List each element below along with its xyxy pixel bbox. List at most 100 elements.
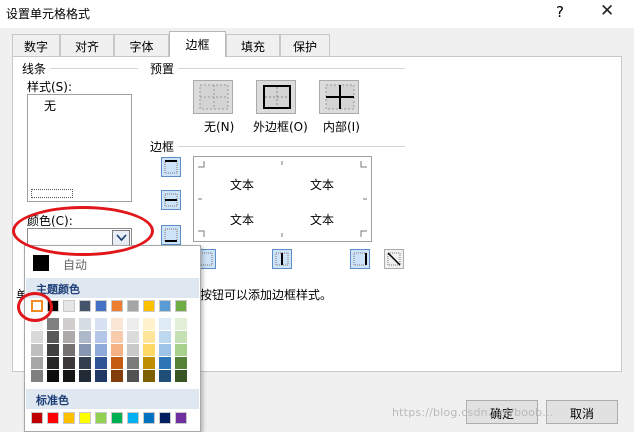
theme-shade-swatch[interactable] bbox=[95, 331, 107, 343]
border-none-icon bbox=[199, 84, 229, 110]
tab-label: 边框 bbox=[185, 38, 210, 52]
theme-shade-swatch[interactable] bbox=[47, 370, 59, 382]
theme-shade-swatch[interactable] bbox=[31, 331, 43, 343]
theme-shade-swatch[interactable] bbox=[79, 331, 91, 343]
standard-color-swatch[interactable] bbox=[159, 412, 171, 424]
theme-shade-swatch[interactable] bbox=[159, 370, 171, 382]
theme-shade-swatch[interactable] bbox=[79, 370, 91, 382]
theme-shade-swatch[interactable] bbox=[143, 331, 155, 343]
theme-color-swatch[interactable] bbox=[127, 300, 139, 312]
border-vertical-icon bbox=[275, 252, 289, 266]
theme-shade-swatch[interactable] bbox=[63, 357, 75, 369]
theme-colors-heading: 主题颜色 bbox=[26, 278, 199, 298]
theme-shade-swatch[interactable] bbox=[127, 344, 139, 356]
theme-shade-swatch[interactable] bbox=[159, 357, 171, 369]
theme-shade-swatch[interactable] bbox=[143, 370, 155, 382]
theme-shade-swatch[interactable] bbox=[175, 331, 187, 343]
cancel-button[interactable]: 取消 bbox=[546, 400, 618, 424]
theme-shade-swatch[interactable] bbox=[111, 331, 123, 343]
border-right-button[interactable] bbox=[350, 249, 370, 269]
theme-shade-swatch[interactable] bbox=[31, 370, 43, 382]
standard-color-swatch[interactable] bbox=[63, 412, 75, 424]
theme-shade-swatch[interactable] bbox=[47, 318, 59, 330]
theme-shade-swatch[interactable] bbox=[31, 344, 43, 356]
theme-shade-swatch[interactable] bbox=[47, 357, 59, 369]
theme-color-swatch[interactable] bbox=[63, 300, 75, 312]
standard-color-swatch[interactable] bbox=[127, 412, 139, 424]
theme-shade-swatch[interactable] bbox=[31, 357, 43, 369]
theme-shade-swatch[interactable] bbox=[127, 357, 139, 369]
theme-shade-swatch[interactable] bbox=[175, 344, 187, 356]
standard-color-swatch[interactable] bbox=[95, 412, 107, 424]
theme-shade-swatch[interactable] bbox=[63, 318, 75, 330]
help-button[interactable]: ? bbox=[556, 3, 564, 21]
theme-shade-swatch[interactable] bbox=[111, 357, 123, 369]
tab-border[interactable]: 边框 bbox=[169, 31, 226, 57]
standard-color-swatch[interactable] bbox=[143, 412, 155, 424]
theme-shade-swatch[interactable] bbox=[143, 344, 155, 356]
theme-shade-swatch[interactable] bbox=[159, 344, 171, 356]
preview-text: 文本 bbox=[230, 178, 255, 192]
theme-shade-swatch[interactable] bbox=[159, 331, 171, 343]
border-preview[interactable]: 文本 文本 文本 文本 bbox=[193, 156, 372, 242]
theme-shade-swatch[interactable] bbox=[127, 370, 139, 382]
theme-shade-swatch[interactable] bbox=[63, 370, 75, 382]
standard-color-swatch[interactable] bbox=[31, 412, 43, 424]
line-style-none[interactable]: 无 bbox=[44, 97, 56, 114]
theme-shade-swatch[interactable] bbox=[79, 357, 91, 369]
theme-shade-swatch[interactable] bbox=[127, 331, 139, 343]
tab-label: 对齐 bbox=[74, 40, 99, 54]
theme-shade-swatch[interactable] bbox=[111, 344, 123, 356]
tab-font[interactable]: 字体 bbox=[114, 34, 169, 56]
border-middle-button[interactable] bbox=[161, 190, 181, 210]
tab-fill[interactable]: 填充 bbox=[226, 34, 280, 56]
theme-shade-swatch[interactable] bbox=[175, 370, 187, 382]
theme-shade-swatch[interactable] bbox=[127, 318, 139, 330]
preset-inside-button[interactable] bbox=[319, 80, 359, 114]
standard-color-swatch[interactable] bbox=[79, 412, 91, 424]
theme-shade-swatch[interactable] bbox=[175, 357, 187, 369]
theme-color-swatch[interactable] bbox=[175, 300, 187, 312]
border-top-icon bbox=[164, 160, 178, 174]
preset-none-button[interactable] bbox=[193, 80, 233, 114]
preview-text: 文本 bbox=[230, 213, 255, 227]
tab-protection[interactable]: 保护 bbox=[280, 34, 330, 56]
standard-color-swatch[interactable] bbox=[175, 412, 187, 424]
theme-shade-swatch[interactable] bbox=[95, 318, 107, 330]
theme-shade-swatch[interactable] bbox=[47, 331, 59, 343]
border-bottom-button[interactable] bbox=[161, 225, 181, 245]
theme-shade-swatch[interactable] bbox=[47, 344, 59, 356]
theme-shade-swatch[interactable] bbox=[63, 331, 75, 343]
theme-shade-swatch[interactable] bbox=[111, 318, 123, 330]
preset-outline-button[interactable] bbox=[256, 80, 296, 114]
theme-shade-swatch[interactable] bbox=[143, 357, 155, 369]
tab-alignment[interactable]: 对齐 bbox=[60, 34, 114, 56]
theme-shade-swatch[interactable] bbox=[95, 370, 107, 382]
automatic-color-option[interactable]: 自动 bbox=[27, 250, 198, 276]
tab-number[interactable]: 数字 bbox=[12, 34, 60, 56]
line-style-dotted[interactable] bbox=[31, 189, 73, 198]
standard-color-swatch[interactable] bbox=[111, 412, 123, 424]
theme-color-swatch[interactable] bbox=[143, 300, 155, 312]
line-style-list[interactable]: 无 bbox=[27, 94, 132, 202]
theme-color-swatch[interactable] bbox=[95, 300, 107, 312]
theme-shade-swatch[interactable] bbox=[63, 344, 75, 356]
theme-shade-swatch[interactable] bbox=[79, 344, 91, 356]
theme-shade-swatch[interactable] bbox=[111, 370, 123, 382]
standard-color-swatch[interactable] bbox=[47, 412, 59, 424]
border-diagonal-button[interactable] bbox=[384, 249, 404, 269]
theme-shade-swatch[interactable] bbox=[159, 318, 171, 330]
theme-shade-swatch[interactable] bbox=[95, 344, 107, 356]
close-button[interactable]: ✕ bbox=[600, 1, 614, 21]
presets-divider bbox=[178, 68, 405, 69]
theme-color-swatch[interactable] bbox=[111, 300, 123, 312]
theme-color-swatch[interactable] bbox=[79, 300, 91, 312]
theme-shade-swatch[interactable] bbox=[143, 318, 155, 330]
theme-color-swatch[interactable] bbox=[159, 300, 171, 312]
theme-shade-swatch[interactable] bbox=[175, 318, 187, 330]
theme-shade-swatch[interactable] bbox=[95, 357, 107, 369]
theme-shade-swatch[interactable] bbox=[79, 318, 91, 330]
border-top-button[interactable] bbox=[161, 157, 181, 177]
dialog-title: 设置单元格格式 bbox=[6, 7, 91, 21]
border-center-button[interactable] bbox=[272, 249, 292, 269]
